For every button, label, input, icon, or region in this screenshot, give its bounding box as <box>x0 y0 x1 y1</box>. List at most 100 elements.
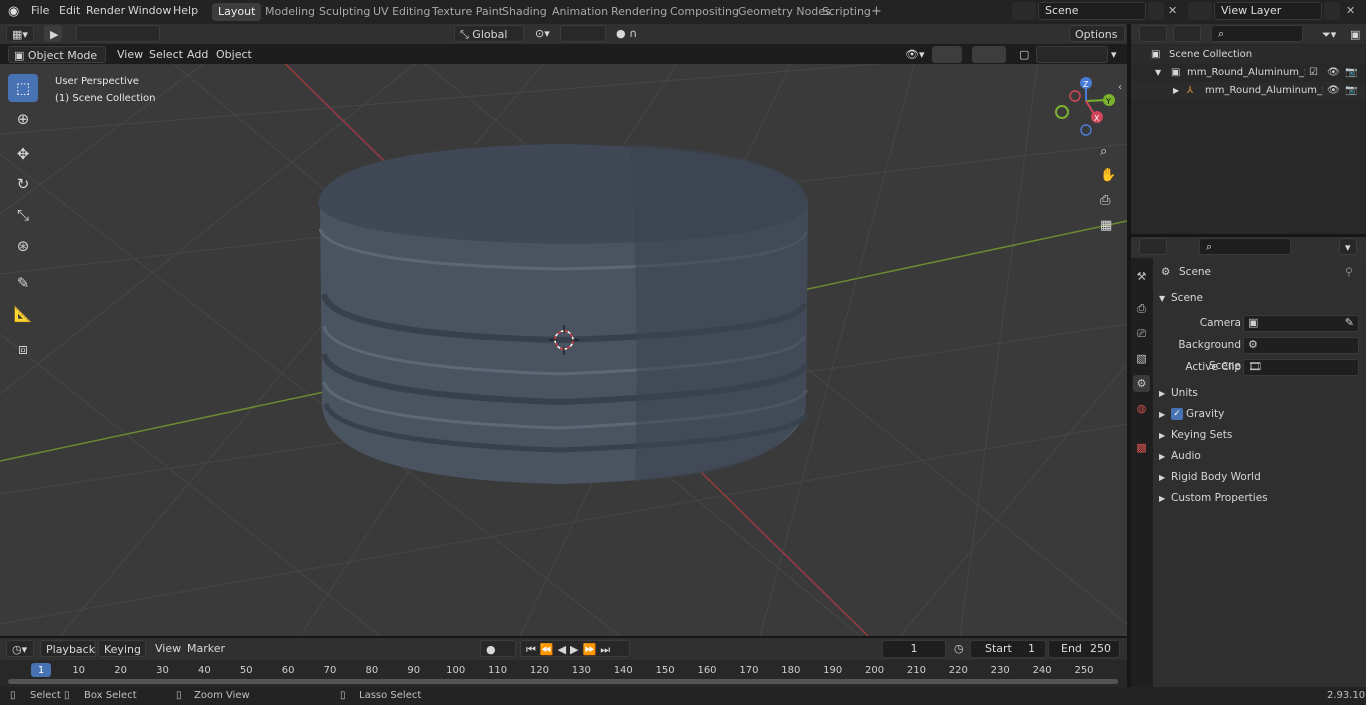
outliner-row-scene-collection[interactable]: ▣ Scene Collection <box>1131 46 1366 64</box>
view-layer-field[interactable]: View Layer <box>1214 2 1322 20</box>
properties-options-icon[interactable]: ▾ <box>1339 238 1357 255</box>
annotate-tool-icon[interactable]: ✎ <box>8 269 38 297</box>
background-scene-field[interactable]: ⚙ <box>1243 337 1359 354</box>
keying-sets-panel-header[interactable]: ▶ Keying Sets <box>1153 425 1366 446</box>
output-tab-icon[interactable]: ⎚ <box>1133 325 1150 342</box>
eyedropper-icon[interactable]: ✎ <box>1345 316 1354 329</box>
scene-selector-icon[interactable] <box>1012 2 1036 20</box>
visibility-eye-icon[interactable]: 👁 <box>1327 82 1340 100</box>
exclude-checkbox-icon[interactable]: ☑ <box>1309 64 1318 82</box>
shading-dropdown-icon[interactable]: ▾ <box>1106 46 1122 63</box>
gravity-checkbox[interactable]: ✓ <box>1171 408 1183 420</box>
delete-view-layer-icon[interactable]: ✕ <box>1346 4 1355 17</box>
record-button-icon[interactable]: ● <box>480 640 516 657</box>
pin-icon[interactable]: ⚲ <box>1345 262 1353 283</box>
new-scene-icon[interactable] <box>1148 2 1164 20</box>
expand-icon[interactable]: ▼ <box>1155 64 1161 82</box>
scene-panel-header[interactable]: ▼ Scene <box>1153 288 1366 309</box>
pivot-icon[interactable]: ⊙▾ <box>530 25 555 42</box>
add-cube-tool-icon[interactable]: ⧈ <box>8 335 38 363</box>
xray-icon[interactable]: ▢ <box>1014 46 1034 63</box>
texture-tab-icon[interactable]: ▩ <box>1133 439 1150 456</box>
tab-rendering[interactable]: Rendering <box>605 3 673 21</box>
playback-menu[interactable]: Playback ▾ <box>40 640 96 673</box>
rotate-tool-icon[interactable]: ↻ <box>8 170 38 198</box>
expand-icon[interactable]: ▶ <box>1173 82 1179 100</box>
pan-hand-icon[interactable]: ✋ <box>1100 168 1116 183</box>
menu-render[interactable]: Render <box>86 4 125 17</box>
menu-file[interactable]: File <box>31 4 49 17</box>
outliner-display-mode-icon[interactable] <box>1173 25 1201 42</box>
view-layer-tab-icon[interactable]: ▧ <box>1133 350 1150 367</box>
render-camera-icon[interactable]: 📷 <box>1345 64 1357 82</box>
blender-logo-icon[interactable]: ◉ <box>8 4 19 19</box>
timeline-editor-type-icon[interactable]: ◷▾ <box>6 640 34 657</box>
clock-icon[interactable]: ◷ <box>954 642 964 655</box>
tab-layout[interactable]: Layout <box>212 3 262 21</box>
overlay-toggle-icon[interactable] <box>972 46 1006 63</box>
menu-add[interactable]: Add <box>182 46 213 63</box>
visibility-icon[interactable]: 👁▾ <box>900 46 930 63</box>
select-mode-icon[interactable]: ▶ <box>44 25 62 42</box>
menu-help[interactable]: Help <box>173 4 198 17</box>
menu-object[interactable]: Object <box>211 46 257 63</box>
measure-tool-icon[interactable]: 📐 <box>8 300 38 328</box>
select-box-tool-icon[interactable]: ⬚ <box>8 74 38 102</box>
perspective-toggle-icon[interactable]: ▦ <box>1100 218 1112 233</box>
transform-tool-icon[interactable]: ⊛ <box>8 232 38 260</box>
menu-window[interactable]: Window <box>128 4 171 17</box>
scale-tool-icon[interactable]: ⤡ <box>8 201 38 229</box>
selection-mode-icons[interactable] <box>76 25 160 42</box>
scene-name-field[interactable]: Scene <box>1038 2 1146 20</box>
tab-animation[interactable]: Animation <box>546 3 614 21</box>
visibility-eye-icon[interactable]: 👁 <box>1327 64 1340 82</box>
sidebar-toggle-icon[interactable]: ‹ <box>1118 82 1122 93</box>
marker-menu[interactable]: Marker <box>182 640 230 657</box>
mode-dropdown[interactable]: ▣ Object Mode ▾ <box>8 46 106 79</box>
end-frame-field[interactable]: End 250 <box>1048 640 1120 658</box>
view-layer-selector-icon[interactable] <box>1188 2 1212 20</box>
keying-menu[interactable]: Keying ▾ <box>98 640 146 673</box>
options-dropdown[interactable]: Options ▾ <box>1069 25 1125 58</box>
outliner-row-collection[interactable]: ▼ ▣ mm_Round_Aluminum_Screw ☑ 👁 📷 <box>1131 64 1366 82</box>
outliner-filter-icon[interactable]: ⏷▾ <box>1317 26 1341 43</box>
custom-properties-panel-header[interactable]: ▶ Custom Properties <box>1153 488 1366 509</box>
navigation-gizmo[interactable]: Z Y X <box>1055 77 1115 136</box>
render-tab-icon[interactable]: ⎙ <box>1133 300 1150 317</box>
units-panel-header[interactable]: ▶ Units <box>1153 383 1366 404</box>
add-workspace-button[interactable]: + <box>865 3 888 21</box>
screw-object[interactable] <box>318 144 809 484</box>
3d-viewport[interactable]: Z Y X User Perspective (1) Scene Collect… <box>0 64 1127 636</box>
start-frame-field[interactable]: Start 1 <box>970 640 1046 658</box>
tab-modeling[interactable]: Modeling <box>259 3 321 21</box>
menu-view[interactable]: View <box>112 46 148 63</box>
render-camera-icon[interactable]: 📷 <box>1345 82 1357 100</box>
proportional-edit-icon[interactable]: ● ∩ <box>611 25 642 42</box>
snap-icon[interactable] <box>560 25 606 42</box>
outliner-editor-type-icon[interactable] <box>1139 25 1167 42</box>
camera-view-icon[interactable]: ⎙ <box>1100 193 1110 208</box>
properties-search-input[interactable]: ⌕ <box>1199 238 1291 255</box>
properties-editor-type-icon[interactable] <box>1139 238 1167 255</box>
outliner-row-object[interactable]: ▶ ⅄ mm_Round_Aluminum_S 👁 📷 <box>1131 82 1366 100</box>
timeline-scrollbar[interactable] <box>8 679 1118 684</box>
gravity-panel-header[interactable]: ▶ ✓ Gravity <box>1153 404 1366 425</box>
audio-panel-header[interactable]: ▶ Audio <box>1153 446 1366 467</box>
menu-edit[interactable]: Edit <box>59 4 80 17</box>
world-tab-icon[interactable]: ◍ <box>1133 400 1150 417</box>
active-clip-field[interactable]: 🎞 <box>1243 359 1359 376</box>
gizmo-toggle-icon[interactable] <box>932 46 962 63</box>
shading-modes-icons[interactable] <box>1036 46 1108 63</box>
delete-scene-icon[interactable]: ✕ <box>1168 4 1177 17</box>
current-frame-field[interactable]: 1 <box>882 640 946 658</box>
editor-type-icon[interactable]: ▦▾ <box>6 25 34 42</box>
zoom-icon[interactable]: ⌕ <box>1100 144 1107 159</box>
playback-controls-icons[interactable]: ⏮⏪◀▶⏩⏭ <box>520 640 630 657</box>
new-view-layer-icon[interactable] <box>1324 2 1340 20</box>
tool-tab-icon[interactable]: ⚒ <box>1133 268 1150 285</box>
camera-field[interactable]: ▣ ✎ <box>1243 315 1359 332</box>
scene-tab-icon[interactable]: ⚙ <box>1133 375 1150 392</box>
tab-shading[interactable]: Shading <box>496 3 553 21</box>
transform-orientation-dropdown[interactable]: ⤡ Global <box>454 25 524 42</box>
timeline-view-menu[interactable]: View <box>150 640 186 657</box>
